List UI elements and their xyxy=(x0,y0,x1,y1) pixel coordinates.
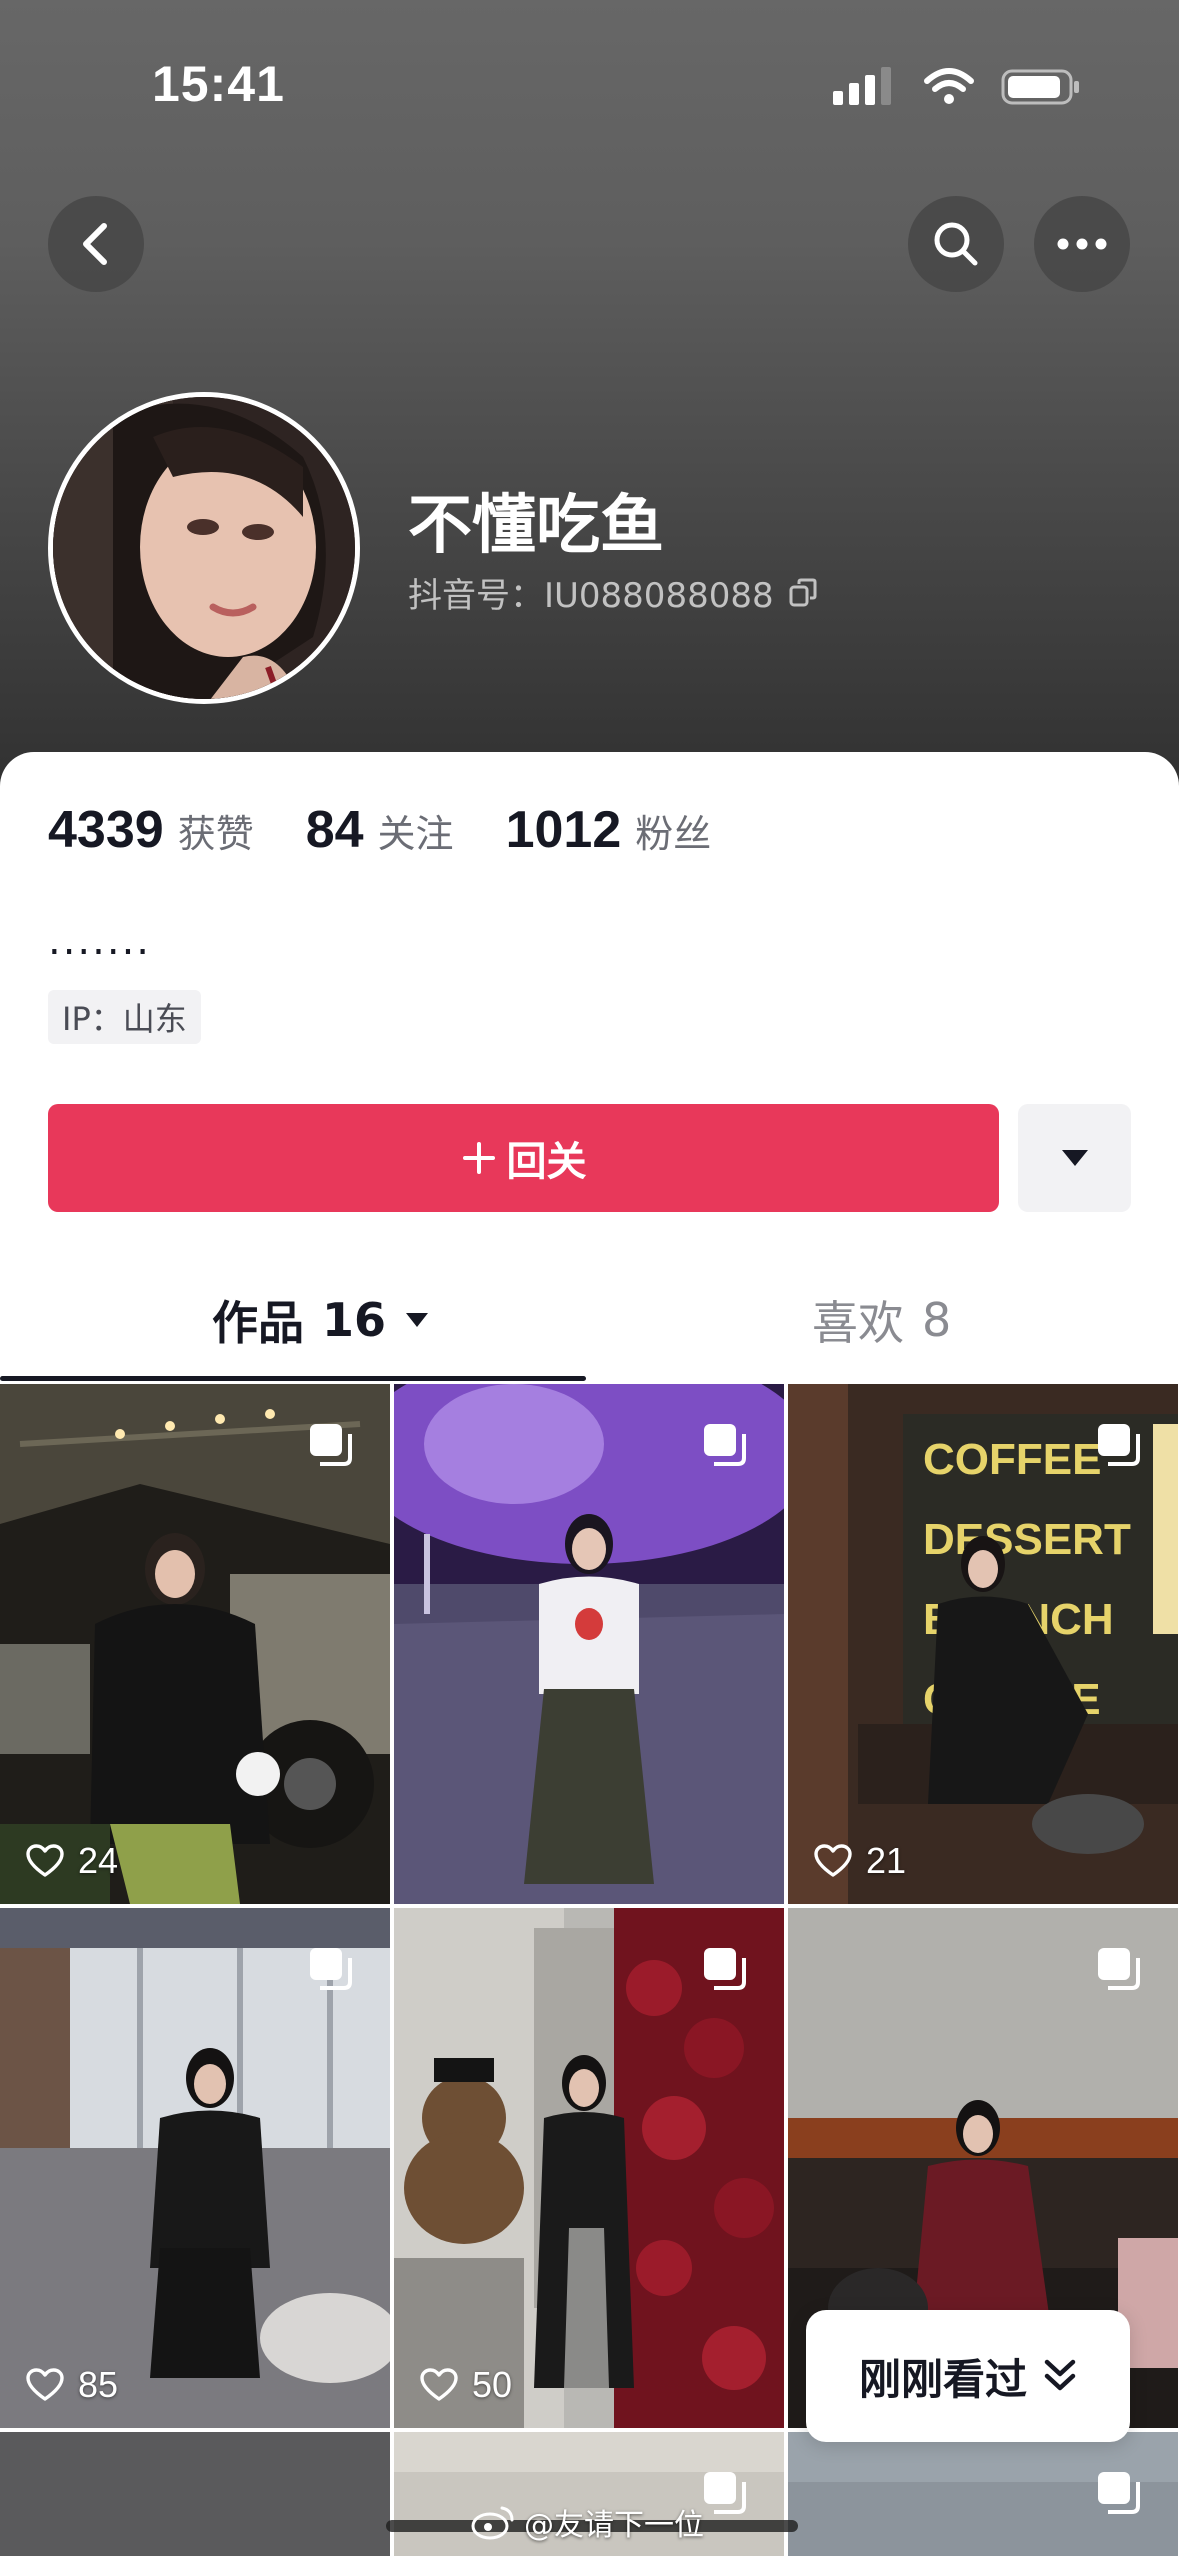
video-tile[interactable] xyxy=(788,2432,1178,2556)
video-like-count: 24 xyxy=(26,1840,118,1882)
stat-likes[interactable]: 4339 获赞 xyxy=(48,800,254,860)
double-chevron-down-icon xyxy=(1044,2359,1076,2391)
battery-icon xyxy=(1001,69,1079,105)
multi-image-icon xyxy=(704,1948,746,1990)
tab-works-label: 作品 xyxy=(212,1296,304,1350)
avatar[interactable] xyxy=(48,392,360,704)
more-options-button[interactable] xyxy=(1034,196,1130,292)
wifi-icon xyxy=(924,68,974,104)
multi-image-icon xyxy=(310,1948,352,1990)
follow-back-button[interactable]: 回关 xyxy=(48,1104,999,1212)
copy-icon[interactable] xyxy=(788,578,818,608)
heart-outline-icon xyxy=(26,2368,64,2401)
signal-icon xyxy=(833,67,891,105)
tab-works[interactable]: 作品 16 xyxy=(212,1290,430,1350)
plus-icon xyxy=(462,1142,495,1174)
stat-likes-value: 4339 xyxy=(48,801,164,859)
heart-outline-icon xyxy=(420,2368,458,2401)
stat-likes-label: 获赞 xyxy=(177,812,254,856)
video-tile[interactable]: 50 xyxy=(394,1908,784,2428)
caret-down-icon xyxy=(406,1313,429,1327)
douyin-id[interactable]: 抖音号：IU088088088 xyxy=(408,568,818,617)
stat-following[interactable]: 84 关注 xyxy=(306,800,454,860)
multi-image-icon xyxy=(1098,1948,1140,1990)
video-tile[interactable]: 85 xyxy=(0,1908,390,2428)
multi-image-icon xyxy=(704,1424,746,1466)
video-like-count: 85 xyxy=(26,2364,118,2406)
recently-viewed-label: 刚刚看过 xyxy=(858,2354,1027,2404)
video-like-number: 85 xyxy=(78,2364,119,2405)
svg-text:COFFEE: COFFEE xyxy=(923,1435,1101,1484)
back-button[interactable] xyxy=(48,196,144,292)
ip-location-badge: IP：山东 xyxy=(48,990,201,1044)
stat-following-value: 84 xyxy=(305,801,364,859)
profile-stats: 4339 获赞 84 关注 1012 粉丝 xyxy=(48,800,711,860)
video-tile[interactable]: COFFEE DESSERT BRUNCH COLATE 21 xyxy=(788,1384,1178,1904)
video-tile[interactable]: 24 xyxy=(0,1384,390,1904)
search-icon xyxy=(934,222,978,266)
multi-image-icon xyxy=(1098,1424,1140,1466)
video-like-count: 50 xyxy=(420,2364,512,2406)
stat-followers-label: 粉丝 xyxy=(635,812,712,856)
heart-outline-icon xyxy=(26,1844,64,1877)
multi-image-icon xyxy=(1098,2472,1140,2514)
svg-text:DESSERT: DESSERT xyxy=(923,1515,1131,1564)
video-thumbnail xyxy=(0,2432,390,2556)
status-icons xyxy=(833,62,1081,112)
video-like-number: 21 xyxy=(866,1840,907,1881)
tab-likes[interactable]: 喜欢 8 xyxy=(812,1290,951,1350)
video-tile[interactable] xyxy=(0,2432,390,2556)
more-dots-icon xyxy=(1057,238,1107,250)
avatar-photo xyxy=(53,397,355,699)
tab-works-count: 16 xyxy=(322,1293,387,1347)
recently-viewed-button[interactable]: 刚刚看过 xyxy=(806,2310,1130,2442)
stat-followers[interactable]: 1012 粉丝 xyxy=(506,800,712,860)
video-like-number: 24 xyxy=(78,1840,119,1881)
video-tile[interactable] xyxy=(394,1384,784,1904)
douyin-id-text: 抖音号：IU088088088 xyxy=(408,576,774,616)
status-time: 15:41 xyxy=(152,56,285,112)
profile-bio: ....... xyxy=(48,918,152,964)
search-button[interactable] xyxy=(908,196,1004,292)
heart-outline-icon xyxy=(814,1844,852,1877)
profile-nickname: 不懂吃鱼 xyxy=(408,489,664,563)
weibo-logo-icon xyxy=(471,2506,514,2540)
follow-back-label: 回关 xyxy=(506,1139,587,1185)
watermark-text: @友请下一位 xyxy=(524,2508,704,2543)
tab-likes-count: 8 xyxy=(922,1293,952,1347)
tab-active-indicator xyxy=(0,1376,586,1381)
video-like-number: 50 xyxy=(472,2364,513,2405)
multi-image-icon xyxy=(704,2472,746,2514)
caret-down-icon xyxy=(1061,1150,1088,1166)
recommend-dropdown-button[interactable] xyxy=(1018,1104,1131,1212)
video-like-count: 21 xyxy=(814,1840,906,1882)
multi-image-icon xyxy=(310,1424,352,1466)
tab-likes-label: 喜欢 xyxy=(812,1296,904,1350)
chevron-left-icon xyxy=(83,223,107,265)
stat-followers-value: 1012 xyxy=(505,801,622,859)
stat-following-label: 关注 xyxy=(377,812,454,856)
weibo-watermark: @友请下一位 xyxy=(470,2500,704,2544)
